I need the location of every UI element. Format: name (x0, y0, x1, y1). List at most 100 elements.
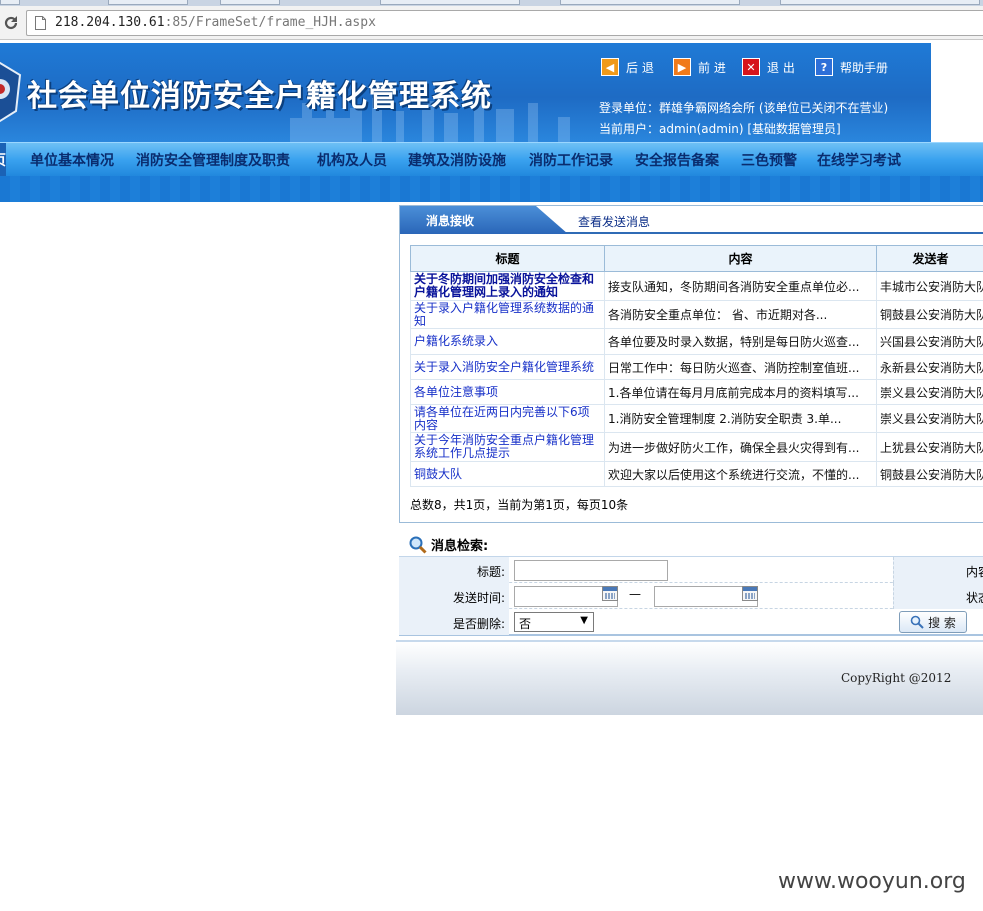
menu-item-safety-report[interactable]: 安全报告备案 (635, 150, 719, 170)
message-title-link[interactable]: 户籍化系统录入 (410, 328, 605, 355)
exit-button[interactable]: ✕ 退 出 (742, 57, 795, 77)
search-icon (910, 615, 924, 629)
search-heading: 消息检索: (409, 535, 488, 554)
table-row: 户籍化系统录入 各单位要及时录入数据，特别是每日防火巡查... 兴国县公安消防大… (410, 328, 983, 355)
search-icon (409, 536, 427, 554)
browser-tab[interactable] (108, 0, 188, 5)
table-row: 铜鼓大队 欢迎大家以后使用这个系统进行交流，不懂的... 铜鼓县公安消防大队 (410, 461, 983, 487)
menu-item-home[interactable]: 页 (0, 150, 6, 170)
browser-tab[interactable] (380, 0, 520, 5)
back-label: 后 退 (626, 60, 654, 75)
menu-item-management-rules[interactable]: 消防安全管理制度及职责 (136, 150, 290, 170)
table-row: 关于今年消防安全重点户籍化管理系统工作几点提示 为进一步做好防火工作，确保全县火… (410, 432, 983, 462)
message-title-link[interactable]: 关于录入户籍化管理系统数据的通知 (410, 300, 605, 329)
message-title-link[interactable]: 各单位注意事项 (410, 379, 605, 405)
pagination-info: 总数8，共1页，当前为第1页，每页10条 (410, 498, 629, 512)
message-content: 1.消防安全管理制度 2.消防安全职责 3.单... (604, 404, 877, 433)
forward-button[interactable]: ▶ 前 进 (673, 57, 726, 77)
message-sender: 铜鼓县公安消防大队 (876, 300, 983, 329)
title-label: 标题: (399, 557, 509, 583)
forward-label: 前 进 (698, 60, 726, 75)
search-button[interactable]: 搜 索 (899, 611, 967, 633)
table-row: 关于录入户籍化管理系统数据的通知 各消防安全重点单位： 省、市近期对各... 铜… (410, 300, 983, 329)
date-range-separator: — (629, 587, 641, 601)
search-form: 标题: 内容 发送时间: — 状态 是否删除: 否 ▼ 搜 索 (399, 556, 983, 636)
table-row: 关于冬防期间加强消防安全检查和户籍化管理网上录入的通知 接支队通知，冬防期间各消… (410, 271, 983, 301)
back-button[interactable]: ◀ 后 退 (601, 57, 654, 77)
tab-received-messages[interactable]: 消息接收 (400, 206, 568, 234)
column-header-sender: 发送者 (876, 245, 983, 272)
back-arrow-icon: ◀ (601, 58, 619, 76)
search-row-title: 标题: 内容 (399, 557, 983, 583)
watermark-text: www.wooyun.org (778, 869, 966, 894)
message-table: 标题 内容 发送者 关于冬防期间加强消防安全检查和户籍化管理网上录入的通知 接支… (410, 245, 983, 487)
table-row: 请各单位在近两日内完善以下6项内容 1.消防安全管理制度 2.消防安全职责 3.… (410, 404, 983, 433)
menu-item-building-facilities[interactable]: 建筑及消防设施 (408, 150, 506, 170)
message-sender: 崇义县公安消防大队 (876, 404, 983, 433)
page-icon (35, 16, 46, 30)
search-row-time: 发送时间: — 状态 (399, 583, 983, 609)
url-text: 218.204.130.61:85/FrameSet/frame_HJH.asp… (55, 15, 376, 30)
message-content: 日常工作中：每日防火巡查、消防控制室值班... (604, 354, 877, 380)
footer: CopyRight @2012 (396, 640, 983, 715)
deleted-select[interactable]: 否 ▼ (514, 612, 594, 632)
calendar-icon[interactable] (742, 586, 758, 601)
message-content: 欢迎大家以后使用这个系统进行交流，不懂的... (604, 461, 877, 487)
message-content: 各消防安全重点单位： 省、市近期对各... (604, 300, 877, 329)
address-bar: 218.204.130.61:85/FrameSet/frame_HJH.asp… (0, 6, 983, 40)
help-manual-button[interactable]: ? 帮助手册 (815, 57, 888, 77)
dropdown-arrow-icon: ▼ (580, 615, 588, 626)
url-input[interactable]: 218.204.130.61:85/FrameSet/frame_HJH.asp… (26, 10, 983, 36)
deleted-label: 是否删除: (399, 609, 509, 635)
calendar-icon[interactable] (602, 586, 618, 601)
search-button-label: 搜 索 (928, 615, 956, 630)
copyright-text: CopyRight @2012 (841, 671, 952, 685)
fire-police-emblem-icon (0, 61, 22, 123)
message-content: 接支队通知，冬防期间各消防安全重点单位必... (604, 271, 877, 301)
deleted-select-value: 否 (519, 617, 532, 631)
column-header-content: 内容 (604, 245, 877, 272)
header-banner: 社会单位消防安全户籍化管理系统 ◀ 后 退 ▶ 前 进 ✕ 退 出 ? 帮助手册… (0, 43, 931, 142)
forward-arrow-icon: ▶ (673, 58, 691, 76)
current-user-text: 当前用户：admin(admin) [基础数据管理员] (599, 122, 841, 136)
menu-item-three-color-warning[interactable]: 三色预警 (741, 150, 797, 170)
message-sender: 上犹县公安消防大队 (876, 432, 983, 462)
help-label: 帮助手册 (840, 60, 889, 75)
content-label: 内容 (893, 557, 983, 583)
browser-tab[interactable] (0, 0, 20, 5)
message-content: 各单位要及时录入数据，特别是每日防火巡查... (604, 328, 877, 355)
send-time-label: 发送时间: (399, 583, 509, 609)
message-title-link[interactable]: 关于录入消防安全户籍化管理系统 (410, 354, 605, 380)
main-menu: 页 单位基本情况 消防安全管理制度及职责 机构及人员 建筑及消防设施 消防工作记… (0, 142, 983, 177)
message-sender: 崇义县公安消防大队 (876, 379, 983, 405)
tab-sent-messages[interactable]: 查看发送消息 (578, 213, 650, 230)
search-row-deleted: 是否删除: 否 ▼ 搜 索 (399, 609, 983, 635)
close-icon: ✕ (742, 58, 760, 76)
menu-item-organization[interactable]: 机构及人员 (317, 150, 387, 170)
exit-label: 退 出 (767, 60, 795, 75)
table-header-row: 标题 内容 发送者 (410, 245, 983, 272)
table-row: 各单位注意事项 1.各单位请在每月月底前完成本月的资料填写... 崇义县公安消防… (410, 379, 983, 405)
help-icon: ? (815, 58, 833, 76)
login-unit-text: 登录单位：群雄争霸网络会所 (该单位已关闭不在营业) (599, 101, 889, 115)
message-content: 1.各单位请在每月月底前完成本月的资料填写... (604, 379, 877, 405)
message-sender: 兴国县公安消防大队 (876, 328, 983, 355)
message-title-link[interactable]: 铜鼓大队 (410, 461, 605, 487)
message-title-link[interactable]: 关于冬防期间加强消防安全检查和户籍化管理网上录入的通知 (410, 271, 605, 301)
table-row: 关于录入消防安全户籍化管理系统 日常工作中：每日防火巡查、消防控制室值班... … (410, 354, 983, 380)
message-content: 为进一步做好防火工作，确保全县火灾得到有... (604, 432, 877, 462)
message-title-link[interactable]: 请各单位在近两日内完善以下6项内容 (410, 404, 605, 433)
message-sender: 丰城市公安消防大队 (876, 271, 983, 301)
menu-item-work-records[interactable]: 消防工作记录 (529, 150, 613, 170)
browser-tab[interactable] (220, 0, 280, 5)
menu-item-online-learning[interactable]: 在线学习考试 (817, 150, 901, 170)
title-input[interactable] (514, 560, 668, 581)
browser-tab[interactable] (780, 0, 980, 5)
message-sender: 永新县公安消防大队 (876, 354, 983, 380)
reload-icon[interactable] (2, 14, 20, 32)
browser-tab[interactable] (560, 0, 740, 5)
search-heading-label: 消息检索: (431, 539, 489, 554)
menu-item-unit-info[interactable]: 单位基本情况 (30, 150, 114, 170)
column-header-title: 标题 (410, 245, 605, 272)
message-title-link[interactable]: 关于今年消防安全重点户籍化管理系统工作几点提示 (410, 432, 605, 462)
